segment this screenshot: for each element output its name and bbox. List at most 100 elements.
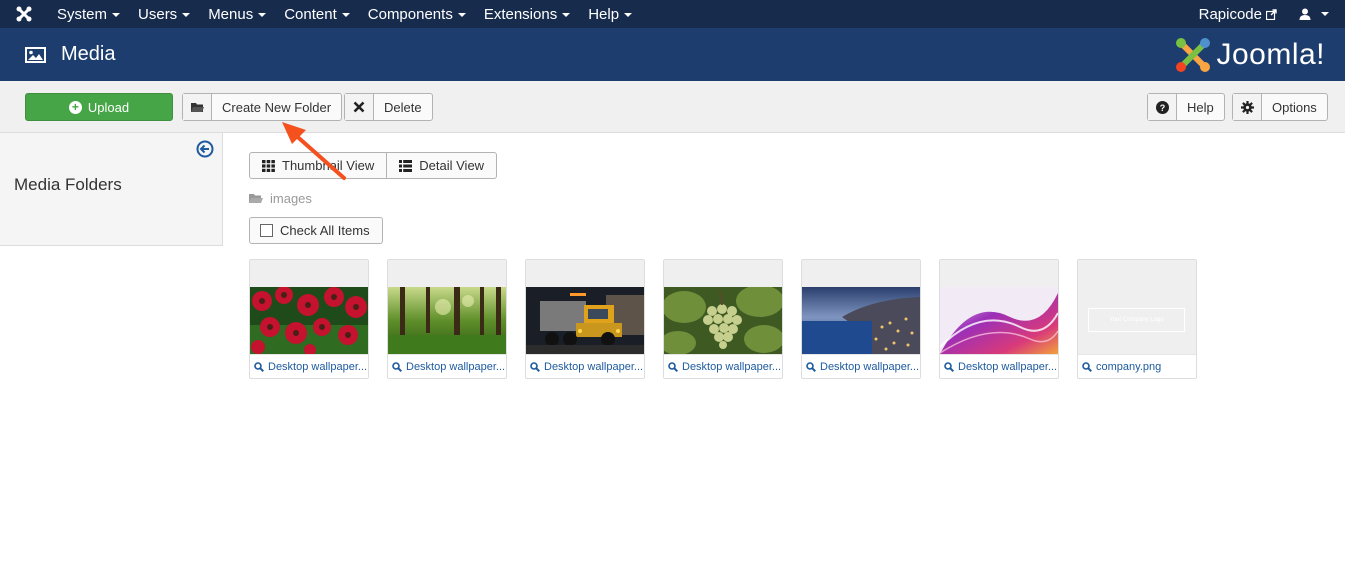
check-all-label: Check All Items: [280, 223, 370, 238]
menu-content[interactable]: Content: [275, 0, 359, 28]
collapse-sidebar-icon[interactable]: [196, 140, 214, 158]
toolbar: + Upload Create New Folder Delete ? Help…: [0, 81, 1345, 133]
annotation-arrow-icon: [282, 122, 346, 180]
media-item[interactable]: Desktop wallpaper...: [801, 259, 921, 379]
page-header: Media Joomla!: [0, 28, 1345, 81]
media-item-name: Desktop wallpaper...: [682, 360, 782, 373]
media-item-caption[interactable]: Desktop wallpaper...: [940, 354, 1058, 378]
joomla-brand: Joomla!: [1174, 36, 1325, 74]
joomla-logo-icon[interactable]: [0, 0, 48, 28]
search-icon: [530, 361, 540, 372]
folder-open-icon: [249, 194, 263, 203]
menu-components[interactable]: Components: [359, 0, 475, 28]
breadcrumb: images: [249, 191, 312, 206]
media-item-caption[interactable]: company.png: [1078, 354, 1196, 378]
joomla-brand-logo-icon: [1176, 37, 1211, 72]
menu-system[interactable]: System: [48, 0, 129, 28]
search-icon: [1082, 361, 1092, 372]
caret-down-icon: [624, 13, 633, 17]
site-name: Rapicode: [1198, 5, 1262, 23]
caret-down-icon: [341, 13, 350, 17]
folder-open-icon: [183, 94, 212, 120]
options-label: Options: [1272, 99, 1317, 115]
media-item-name: Desktop wallpaper...: [544, 360, 644, 373]
gear-icon: [1233, 94, 1262, 120]
media-item-name: Desktop wallpaper...: [820, 360, 920, 373]
delete-label: Delete: [384, 99, 422, 115]
media-item[interactable]: Desktop wallpaper...: [939, 259, 1059, 379]
thumbnail-image[interactable]: [388, 287, 506, 354]
search-icon: [254, 361, 264, 372]
help-button[interactable]: ? Help: [1147, 93, 1225, 121]
menu-extensions[interactable]: Extensions: [475, 0, 579, 28]
menu-label: Menus: [208, 5, 254, 23]
caret-down-icon: [562, 13, 571, 17]
menu-menus[interactable]: Menus: [199, 0, 275, 28]
user-menu[interactable]: [1299, 8, 1345, 20]
search-icon: [668, 361, 678, 372]
top-navbar: System Users Menus Content Components Ex…: [0, 0, 1345, 28]
breadcrumb-current[interactable]: images: [270, 191, 312, 206]
media-item[interactable]: Desktop wallpaper...: [249, 259, 369, 379]
menu-label: Help: [588, 5, 620, 23]
media-item-caption[interactable]: Desktop wallpaper...: [802, 354, 920, 378]
media-item-caption[interactable]: Desktop wallpaper...: [250, 354, 368, 378]
logo-placeholder-text: Your Company Logo: [1109, 317, 1164, 323]
check-all-checkbox[interactable]: [260, 224, 273, 237]
media-item[interactable]: Desktop wallpaper...: [525, 259, 645, 379]
check-all-button[interactable]: Check All Items: [249, 217, 383, 244]
site-link[interactable]: Rapicode: [1199, 6, 1299, 23]
user-icon: [1299, 8, 1311, 20]
media-grid: Desktop wallpaper... Desktop wallpaper..…: [249, 259, 1215, 379]
options-button[interactable]: Options: [1232, 93, 1328, 121]
delete-button[interactable]: Delete: [344, 93, 433, 121]
upload-label: Upload: [87, 99, 130, 115]
menu-label: System: [57, 5, 108, 23]
help-label: Help: [1187, 99, 1214, 115]
caret-down-icon: [112, 13, 121, 17]
media-item-caption[interactable]: Desktop wallpaper...: [664, 354, 782, 378]
media-item[interactable]: Your Company Logo company.png: [1077, 259, 1197, 379]
media-item-name: Desktop wallpaper...: [406, 360, 506, 373]
caret-down-icon: [1321, 12, 1329, 16]
thumbnail-image[interactable]: [526, 287, 644, 354]
detail-view-label: Detail View: [419, 158, 485, 173]
detail-view-button[interactable]: Detail View: [387, 152, 498, 179]
thumbnail-image[interactable]: Your Company Logo: [1078, 260, 1196, 354]
caret-down-icon: [182, 13, 191, 17]
media-item-name: Desktop wallpaper...: [958, 360, 1058, 373]
svg-text:?: ?: [1159, 103, 1165, 113]
menu-label: Content: [284, 5, 337, 23]
menu-label: Extensions: [483, 5, 558, 23]
search-icon: [944, 361, 954, 372]
menu-help[interactable]: Help: [579, 0, 641, 28]
list-icon: [399, 159, 413, 172]
image-icon: [25, 46, 46, 63]
upload-button[interactable]: + Upload: [25, 93, 173, 121]
thumbnail-image[interactable]: [940, 287, 1058, 354]
media-item-name: Desktop wallpaper...: [268, 360, 368, 373]
media-item[interactable]: Desktop wallpaper...: [387, 259, 507, 379]
joomla-wordmark: Joomla!: [1216, 37, 1325, 71]
search-icon: [806, 361, 816, 372]
media-item-name: company.png: [1096, 360, 1162, 373]
menu-label: Users: [138, 5, 178, 23]
thumbnail-image[interactable]: [664, 287, 782, 354]
menu-label: Components: [367, 5, 453, 23]
thumbnail-image[interactable]: [250, 287, 368, 354]
company-logo-placeholder: Your Company Logo: [1088, 308, 1185, 332]
media-item-caption[interactable]: Desktop wallpaper...: [526, 354, 644, 378]
plus-circle-icon: +: [68, 100, 82, 114]
caret-down-icon: [457, 13, 466, 17]
thumbnail-image[interactable]: [802, 287, 920, 354]
external-link-icon: [1266, 8, 1277, 20]
search-icon: [392, 361, 402, 372]
media-item-caption[interactable]: Desktop wallpaper...: [388, 354, 506, 378]
media-folders-panel: Media Folders: [0, 133, 223, 246]
caret-down-icon: [258, 13, 267, 17]
menu-users[interactable]: Users: [129, 0, 199, 28]
media-item[interactable]: Desktop wallpaper...: [663, 259, 783, 379]
media-folders-title: Media Folders: [14, 175, 122, 194]
page-title: Media: [61, 43, 116, 65]
question-circle-icon: ?: [1148, 94, 1177, 120]
